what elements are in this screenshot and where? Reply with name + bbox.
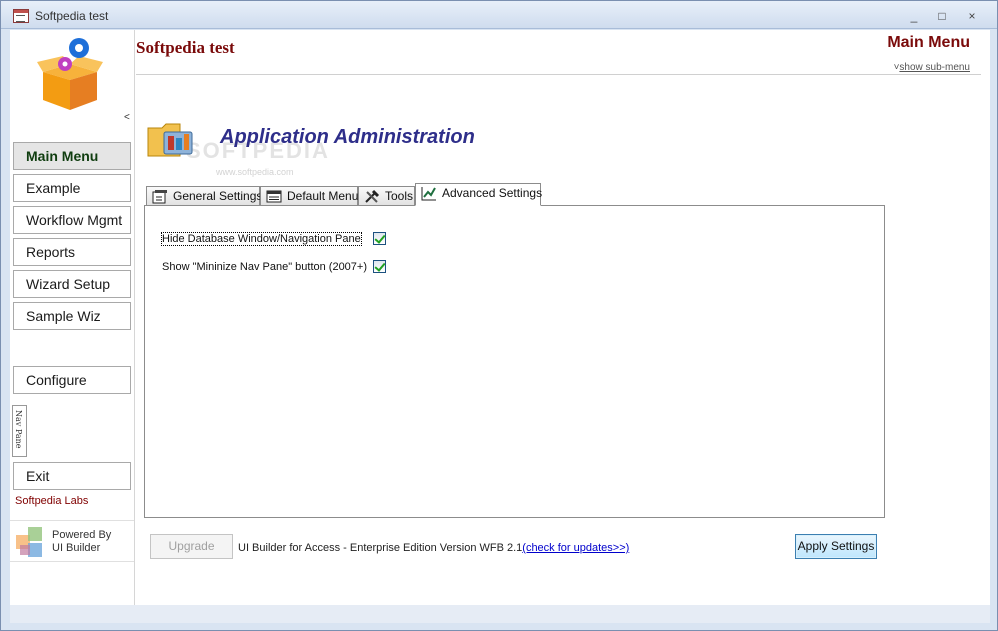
- nav-pane-toggle[interactable]: Nav Pane: [12, 405, 27, 457]
- menu-form-icon: [266, 189, 282, 204]
- apply-settings-button[interactable]: Apply Settings: [795, 534, 877, 559]
- powered-by-text: Powered By UI Builder: [52, 529, 111, 555]
- form-client-area: < Main Menu Example Workflow Mgmt Report…: [10, 30, 990, 605]
- header-divider: [136, 74, 981, 75]
- menu-title: Main Menu: [887, 34, 970, 51]
- tab-general-settings-label: General Settings: [173, 189, 263, 203]
- tab-default-menu[interactable]: Default Menu: [260, 186, 358, 206]
- admin-folder-icon: [146, 120, 194, 160]
- nav-main-menu-button[interactable]: Main Menu: [13, 142, 131, 170]
- nav-example-button[interactable]: Example: [13, 174, 131, 202]
- nav-workflow-mgmt-button[interactable]: Workflow Mgmt: [13, 206, 131, 234]
- tab-advanced-settings[interactable]: Advanced Settings: [415, 183, 543, 206]
- main-content: Softpedia test Main Menu ˅show sub-menu …: [136, 30, 990, 605]
- powered-by-line2: UI Builder: [52, 542, 101, 554]
- tab-general-settings[interactable]: General Settings: [146, 186, 263, 206]
- ui-builder-puzzle-icon: [14, 525, 48, 559]
- page-title: Application Administration: [220, 126, 475, 148]
- app-title: Softpedia test: [136, 38, 235, 57]
- status-strip: [10, 605, 990, 623]
- powered-by-line1: Powered By: [52, 529, 112, 541]
- show-minimize-nav-pane-label: Show "Mininize Nav Pane" button (2007+): [162, 260, 368, 273]
- nav-sample-wiz-button[interactable]: Sample Wiz: [13, 302, 131, 330]
- nav-wizard-setup-button[interactable]: Wizard Setup: [13, 270, 131, 298]
- company-label: Softpedia Labs: [15, 495, 89, 507]
- show-sub-menu-link[interactable]: ˅show sub-menu: [894, 62, 970, 73]
- maximize-button[interactable]: □: [931, 7, 953, 25]
- tab-tools[interactable]: Tools: [358, 186, 415, 206]
- watermark-url: www.softpedia.com: [216, 167, 294, 177]
- show-minimize-nav-pane-checkbox[interactable]: [373, 260, 387, 273]
- tools-hammer-icon: [364, 189, 380, 204]
- tab-tools-label: Tools: [385, 189, 414, 203]
- advanced-settings-panel: Hide Database Window/Navigation Pane Sho…: [144, 205, 885, 518]
- title-bar: Softpedia test _ □ ×: [1, 1, 997, 29]
- access-form-icon: [13, 9, 29, 23]
- close-button[interactable]: ×: [961, 7, 983, 25]
- advanced-chart-pen-icon: [421, 186, 437, 201]
- collapse-nav-arrow[interactable]: <: [124, 112, 130, 123]
- version-text: UI Builder for Access - Enterprise Editi…: [238, 542, 523, 554]
- window-title: Softpedia test: [35, 9, 109, 23]
- tab-advanced-settings-label: Advanced Settings: [442, 186, 543, 200]
- minimize-button[interactable]: _: [903, 7, 925, 25]
- app-window: Softpedia test _ □ × < Main Menu Example…: [0, 0, 998, 631]
- hide-database-window-label: Hide Database Window/Navigation Pane: [161, 231, 362, 246]
- upgrade-button[interactable]: Upgrade: [150, 534, 233, 559]
- settings-sheet-icon: [152, 189, 168, 204]
- show-sub-menu-label: show sub-menu: [899, 62, 970, 73]
- nav-reports-button[interactable]: Reports: [13, 238, 131, 266]
- setting-show-minimize-nav-pane: Show "Mininize Nav Pane" button (2007+): [162, 260, 387, 273]
- nav-configure-button[interactable]: Configure: [13, 366, 131, 394]
- ui-builder-box-logo: [35, 34, 105, 114]
- hide-database-window-checkbox[interactable]: [372, 232, 386, 245]
- setting-hide-database-window: Hide Database Window/Navigation Pane: [161, 231, 386, 246]
- left-navigation: < Main Menu Example Workflow Mgmt Report…: [10, 30, 135, 605]
- powered-by-badge[interactable]: Powered By UI Builder: [10, 520, 134, 562]
- version-info: UI Builder for Access - Enterprise Editi…: [238, 542, 629, 554]
- nav-exit-button[interactable]: Exit: [13, 462, 131, 490]
- nav-pane-label: Nav Pane: [14, 410, 23, 449]
- check-for-updates-link[interactable]: (check for updates>>): [522, 542, 629, 554]
- tab-default-menu-label: Default Menu: [287, 189, 359, 203]
